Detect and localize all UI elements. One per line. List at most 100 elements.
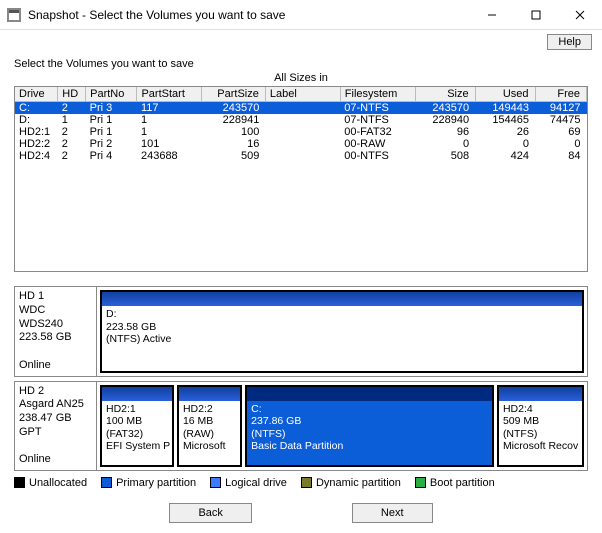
cell: 228940 <box>415 114 475 126</box>
partition-box[interactable]: C:237.86 GB(NTFS)Basic Data Partition <box>245 385 494 468</box>
minimize-button[interactable] <box>470 0 514 29</box>
cell: 1 <box>137 126 201 138</box>
cell: 84 <box>535 150 586 162</box>
cell: Pri 1 <box>86 126 137 138</box>
cell: 101 <box>137 138 201 150</box>
cell: HD2:2 <box>15 138 58 150</box>
col-header[interactable]: PartSize <box>201 87 265 102</box>
col-header[interactable]: Used <box>475 87 535 102</box>
partition-label: HD2:216 MB(RAW)Microsoft <box>179 401 240 455</box>
partition-label: D:223.58 GB(NTFS) Active <box>102 306 582 348</box>
cell: 0 <box>475 138 535 150</box>
cell: 2 <box>58 126 86 138</box>
cell: 00-RAW <box>340 138 415 150</box>
cell: 07-NTFS <box>340 114 415 126</box>
help-button[interactable]: Help <box>547 34 592 50</box>
col-header[interactable]: PartNo <box>86 87 137 102</box>
cell: Pri 2 <box>86 138 137 150</box>
table-row[interactable]: C:2Pri 311724357007-NTFS2435701494439412… <box>15 102 587 115</box>
cell: 1 <box>137 114 201 126</box>
partition-box[interactable]: HD2:1100 MB(FAT32)EFI System P <box>100 385 174 468</box>
cell: 100 <box>201 126 265 138</box>
back-button[interactable]: Back <box>169 503 251 523</box>
col-header[interactable]: PartStart <box>137 87 201 102</box>
cell: 228941 <box>201 114 265 126</box>
partition-usage-bar <box>179 387 240 401</box>
partition-usage-bar <box>499 387 582 401</box>
cell: 243570 <box>415 102 475 115</box>
disk-partitions: D:223.58 GB(NTFS) Active <box>97 287 587 376</box>
partition-usage-bar <box>102 387 172 401</box>
cell: 96 <box>415 126 475 138</box>
volumes-table[interactable]: DriveHDPartNoPartStartPartSizeLabelFiles… <box>15 87 587 162</box>
cell: C: <box>15 102 58 115</box>
partition-box[interactable]: HD2:216 MB(RAW)Microsoft <box>177 385 242 468</box>
partition-box[interactable]: HD2:4509 MB(NTFS)Microsoft Recov <box>497 385 584 468</box>
table-row[interactable]: D:1Pri 1122894107-NTFS22894015446574475 <box>15 114 587 126</box>
cell: 149443 <box>475 102 535 115</box>
cell: 94127 <box>535 102 586 115</box>
cell: 2 <box>58 138 86 150</box>
col-header[interactable]: Label <box>265 87 340 102</box>
cell <box>265 150 340 162</box>
table-row[interactable]: HD2:12Pri 1110000-FAT32962669 <box>15 126 587 138</box>
cell: D: <box>15 114 58 126</box>
nav-buttons: Back Next <box>14 503 588 523</box>
cell <box>265 138 340 150</box>
window-title: Snapshot - Select the Volumes you want t… <box>28 8 470 22</box>
cell: 243570 <box>201 102 265 115</box>
partition-box[interactable]: D:223.58 GB(NTFS) Active <box>100 290 584 373</box>
help-row: Help <box>0 30 602 52</box>
cell: 16 <box>201 138 265 150</box>
cell: Pri 4 <box>86 150 137 162</box>
close-button[interactable] <box>558 0 602 29</box>
cell: 0 <box>415 138 475 150</box>
size-units-label: All Sizes in <box>14 72 588 84</box>
cell: 424 <box>475 150 535 162</box>
disk-row: HD 2Asgard AN25238.47 GBGPTOnlineHD2:110… <box>14 381 588 472</box>
disk-header: HD 1WDC WDS240223.58 GBOnline <box>15 287 97 376</box>
legend: Unallocated Primary partition Logical dr… <box>14 477 588 489</box>
legend-logical: Logical drive <box>210 477 287 489</box>
cell: 243688 <box>137 150 201 162</box>
instruction-label: Select the Volumes you want to save <box>14 58 588 70</box>
col-header[interactable]: Free <box>535 87 586 102</box>
maximize-button[interactable] <box>514 0 558 29</box>
cell: 26 <box>475 126 535 138</box>
table-row[interactable]: HD2:42Pri 424368850900-NTFS50842484 <box>15 150 587 162</box>
cell <box>265 126 340 138</box>
cell: 2 <box>58 102 86 115</box>
partition-usage-bar <box>102 292 582 306</box>
disk-partitions: HD2:1100 MB(FAT32)EFI System PHD2:216 MB… <box>97 382 587 471</box>
cell: 117 <box>137 102 201 115</box>
disk-header: HD 2Asgard AN25238.47 GBGPTOnline <box>15 382 97 471</box>
col-header[interactable]: HD <box>58 87 86 102</box>
disk-row: HD 1WDC WDS240223.58 GBOnlineD:223.58 GB… <box>14 286 588 377</box>
partition-label: HD2:1100 MB(FAT32)EFI System P <box>102 401 172 455</box>
partition-label: HD2:4509 MB(NTFS)Microsoft Recov <box>499 401 582 455</box>
table-row[interactable]: HD2:22Pri 21011600-RAW000 <box>15 138 587 150</box>
cell: 00-NTFS <box>340 150 415 162</box>
cell: HD2:1 <box>15 126 58 138</box>
legend-boot: Boot partition <box>415 477 495 489</box>
col-header[interactable]: Size <box>415 87 475 102</box>
cell: 0 <box>535 138 586 150</box>
cell: 508 <box>415 150 475 162</box>
col-header[interactable]: Filesystem <box>340 87 415 102</box>
cell: Pri 1 <box>86 114 137 126</box>
volumes-table-container: DriveHDPartNoPartStartPartSizeLabelFiles… <box>14 86 588 272</box>
titlebar: Snapshot - Select the Volumes you want t… <box>0 0 602 30</box>
cell: 2 <box>58 150 86 162</box>
cell: 154465 <box>475 114 535 126</box>
next-button[interactable]: Next <box>352 503 433 523</box>
legend-primary: Primary partition <box>101 477 196 489</box>
app-icon <box>6 7 22 23</box>
cell: 00-FAT32 <box>340 126 415 138</box>
cell: HD2:4 <box>15 150 58 162</box>
partition-usage-bar <box>247 387 492 401</box>
cell <box>265 114 340 126</box>
col-header[interactable]: Drive <box>15 87 58 102</box>
legend-dynamic: Dynamic partition <box>301 477 401 489</box>
cell <box>265 102 340 115</box>
cell: 07-NTFS <box>340 102 415 115</box>
